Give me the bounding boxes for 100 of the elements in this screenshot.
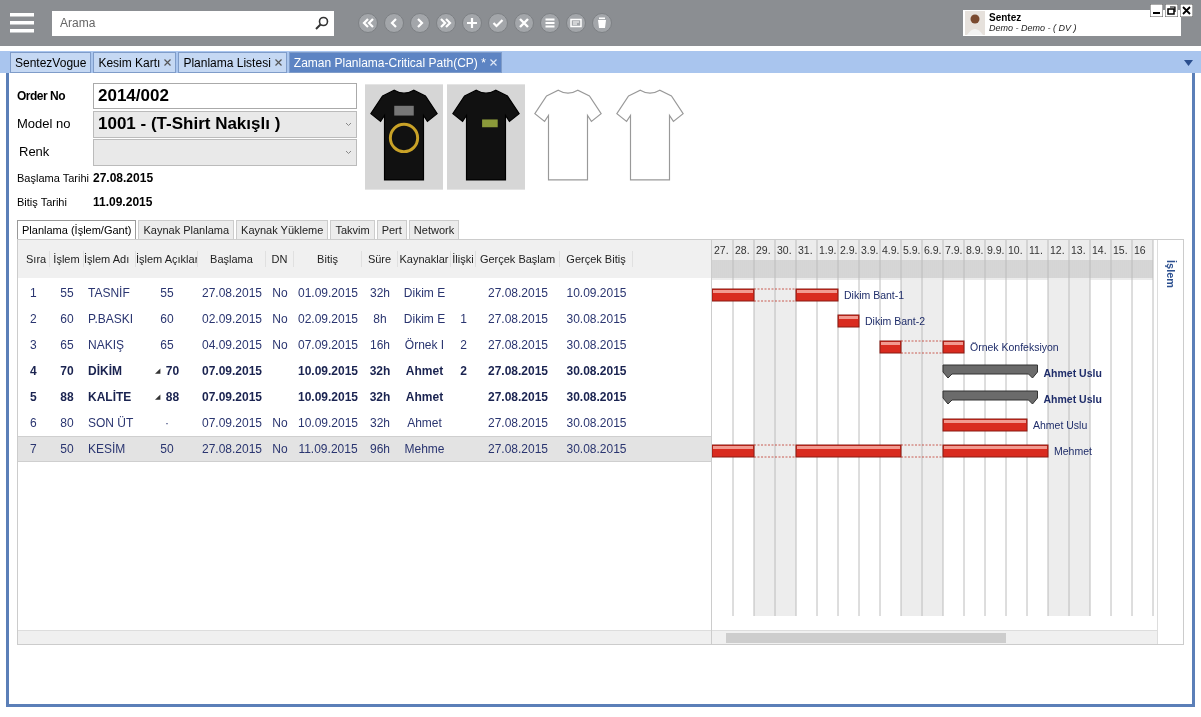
tab[interactable]: Network: [408, 220, 460, 239]
task-bar[interactable]: [942, 418, 1028, 432]
table-cell-text: 04.09.2015: [201, 337, 263, 354]
table-cell-text: 30.08.2015: [566, 363, 627, 380]
table-cell-text: 3: [30, 337, 37, 354]
checkmark-icon[interactable]: [488, 13, 508, 33]
table-cell-text: 88: [165, 389, 180, 406]
date-label: 7.9.: [945, 244, 963, 256]
table-cell-text: 2: [460, 363, 467, 380]
menu-icon[interactable]: [10, 11, 34, 35]
close-icon[interactable]: [1180, 4, 1193, 17]
date-label: 31.: [798, 244, 813, 256]
gap-connector: [900, 340, 944, 354]
table-cell-text: 60: [60, 311, 74, 328]
tab[interactable]: Planlama (İşlem/Gant): [17, 220, 137, 239]
column-header[interactable]: Gerçek Bitiş: [560, 250, 633, 268]
task-bar[interactable]: [837, 314, 860, 328]
last-icon[interactable]: [436, 13, 456, 33]
summary-bar[interactable]: [942, 364, 1038, 379]
table-cell-text: 27.08.2015: [487, 441, 549, 458]
column-header[interactable]: Bitiş: [294, 250, 362, 268]
search-field[interactable]: Arama: [52, 10, 310, 36]
column-header[interactable]: İşlem: [50, 250, 84, 268]
tab[interactable]: Kaynak Yükleme: [236, 220, 329, 239]
color-dropdown[interactable]: [93, 138, 357, 166]
date-label: 4.9.: [882, 244, 900, 256]
column-header[interactable]: Kaynaklar: [398, 250, 451, 268]
table-cell-text: 96h: [370, 441, 390, 458]
table-cell-text: Dikim E: [403, 285, 446, 302]
task-bar[interactable]: [712, 444, 755, 458]
tab[interactable]: Kaynak Planlama: [138, 220, 235, 239]
scrollbar[interactable]: [712, 630, 1157, 644]
table-cell-text: 27.08.2015: [487, 285, 549, 302]
scrollbar[interactable]: [18, 630, 711, 644]
table-cell-text: 2: [30, 311, 37, 328]
table-cell-text: No: [272, 285, 288, 302]
table-cell-text: Dikim E: [403, 311, 446, 328]
date-label: 11.: [1029, 244, 1043, 256]
table-cell-text: 70: [165, 363, 180, 380]
table-cell-text: 27.08.2015: [487, 415, 549, 432]
selected-row[interactable]: 7 50 KESİM 50 27.08.2015 No 11.09.2015 96h Mehme 27.08.2015 30.08.2015: [18, 436, 711, 462]
column-header[interactable]: Sıra: [26, 250, 50, 268]
plus-icon[interactable]: [462, 13, 482, 33]
field-label: Renk: [18, 143, 51, 162]
date-label: 2.9.: [840, 244, 858, 256]
table-cell-text: 11.09.2015: [298, 441, 358, 458]
summary-bar[interactable]: [942, 390, 1038, 405]
order-field[interactable]: 2014/002: [93, 83, 357, 109]
minimize-icon[interactable]: [1150, 4, 1163, 17]
task-bar[interactable]: [942, 444, 1049, 458]
table-cell-text: 32h: [369, 363, 391, 380]
table-cell-text: 1: [460, 311, 467, 328]
table-cell-text: ·: [165, 415, 169, 432]
date-label: 28.: [735, 244, 750, 256]
tab[interactable]: Pert: [376, 220, 407, 239]
tab[interactable]: Takvim: [330, 220, 375, 239]
task-bar[interactable]: [879, 340, 902, 354]
side-tab[interactable]: İşlem: [1162, 260, 1179, 289]
resource-label: Örnek Konfeksiyon: [970, 341, 1059, 353]
task-bar[interactable]: [712, 288, 755, 302]
gap-connector: [900, 444, 944, 458]
gap-connector: [753, 288, 797, 302]
tab[interactable]: Planlama Listesi: [178, 52, 287, 73]
table-cell-text: 07.09.2015: [201, 415, 263, 432]
tab[interactable]: Zaman Planlama-Critical Path(CP) *: [288, 52, 502, 73]
cancel-icon[interactable]: [514, 13, 534, 33]
list-icon[interactable]: [540, 13, 560, 33]
table-cell-text: 4: [30, 363, 37, 380]
column-header[interactable]: DN: [266, 250, 294, 268]
column-header[interactable]: İşlem Adı: [84, 250, 136, 268]
avatar-icon: [965, 11, 985, 35]
next-icon[interactable]: [410, 13, 430, 33]
table-cell-text: 6: [30, 415, 37, 432]
tab[interactable]: SentezVogue: [10, 52, 92, 73]
task-bar[interactable]: [795, 288, 839, 302]
table-cell-text: 07.09.2015: [297, 337, 359, 354]
first-icon[interactable]: [358, 13, 378, 33]
column-header[interactable]: İlişki: [451, 250, 476, 268]
table-cell-text: Ahmet: [405, 363, 444, 380]
table-cell-text: 2: [460, 337, 467, 354]
table-cell-text: 01.09.2015: [297, 285, 359, 302]
dropdown-icon[interactable]: [1184, 60, 1193, 66]
table-cell-text: 65: [60, 337, 74, 354]
table-cell-text: No: [272, 311, 288, 328]
tab[interactable]: Kesim Kartı: [93, 52, 177, 73]
table-cell-text: 27.08.2015: [487, 389, 549, 406]
model-dropdown[interactable]: 1001 - (T-Shirt Nakışlı ): [93, 110, 357, 138]
trash-icon[interactable]: [592, 13, 612, 33]
task-bar[interactable]: [795, 444, 902, 458]
search-icon[interactable]: [315, 16, 329, 30]
column-header[interactable]: Süre: [362, 250, 398, 268]
task-bar[interactable]: [942, 340, 965, 354]
card-icon[interactable]: [566, 13, 586, 33]
restore-icon[interactable]: [1165, 4, 1178, 17]
column-header[interactable]: Gerçek Başlam: [476, 250, 560, 268]
previous-icon[interactable]: [384, 13, 404, 33]
table-cell-text: 88: [60, 389, 74, 406]
table-cell-text: 10.09.2015: [297, 363, 359, 380]
column-header[interactable]: Başlama: [198, 250, 266, 268]
table-cell-text: NAKIŞ: [88, 337, 124, 354]
